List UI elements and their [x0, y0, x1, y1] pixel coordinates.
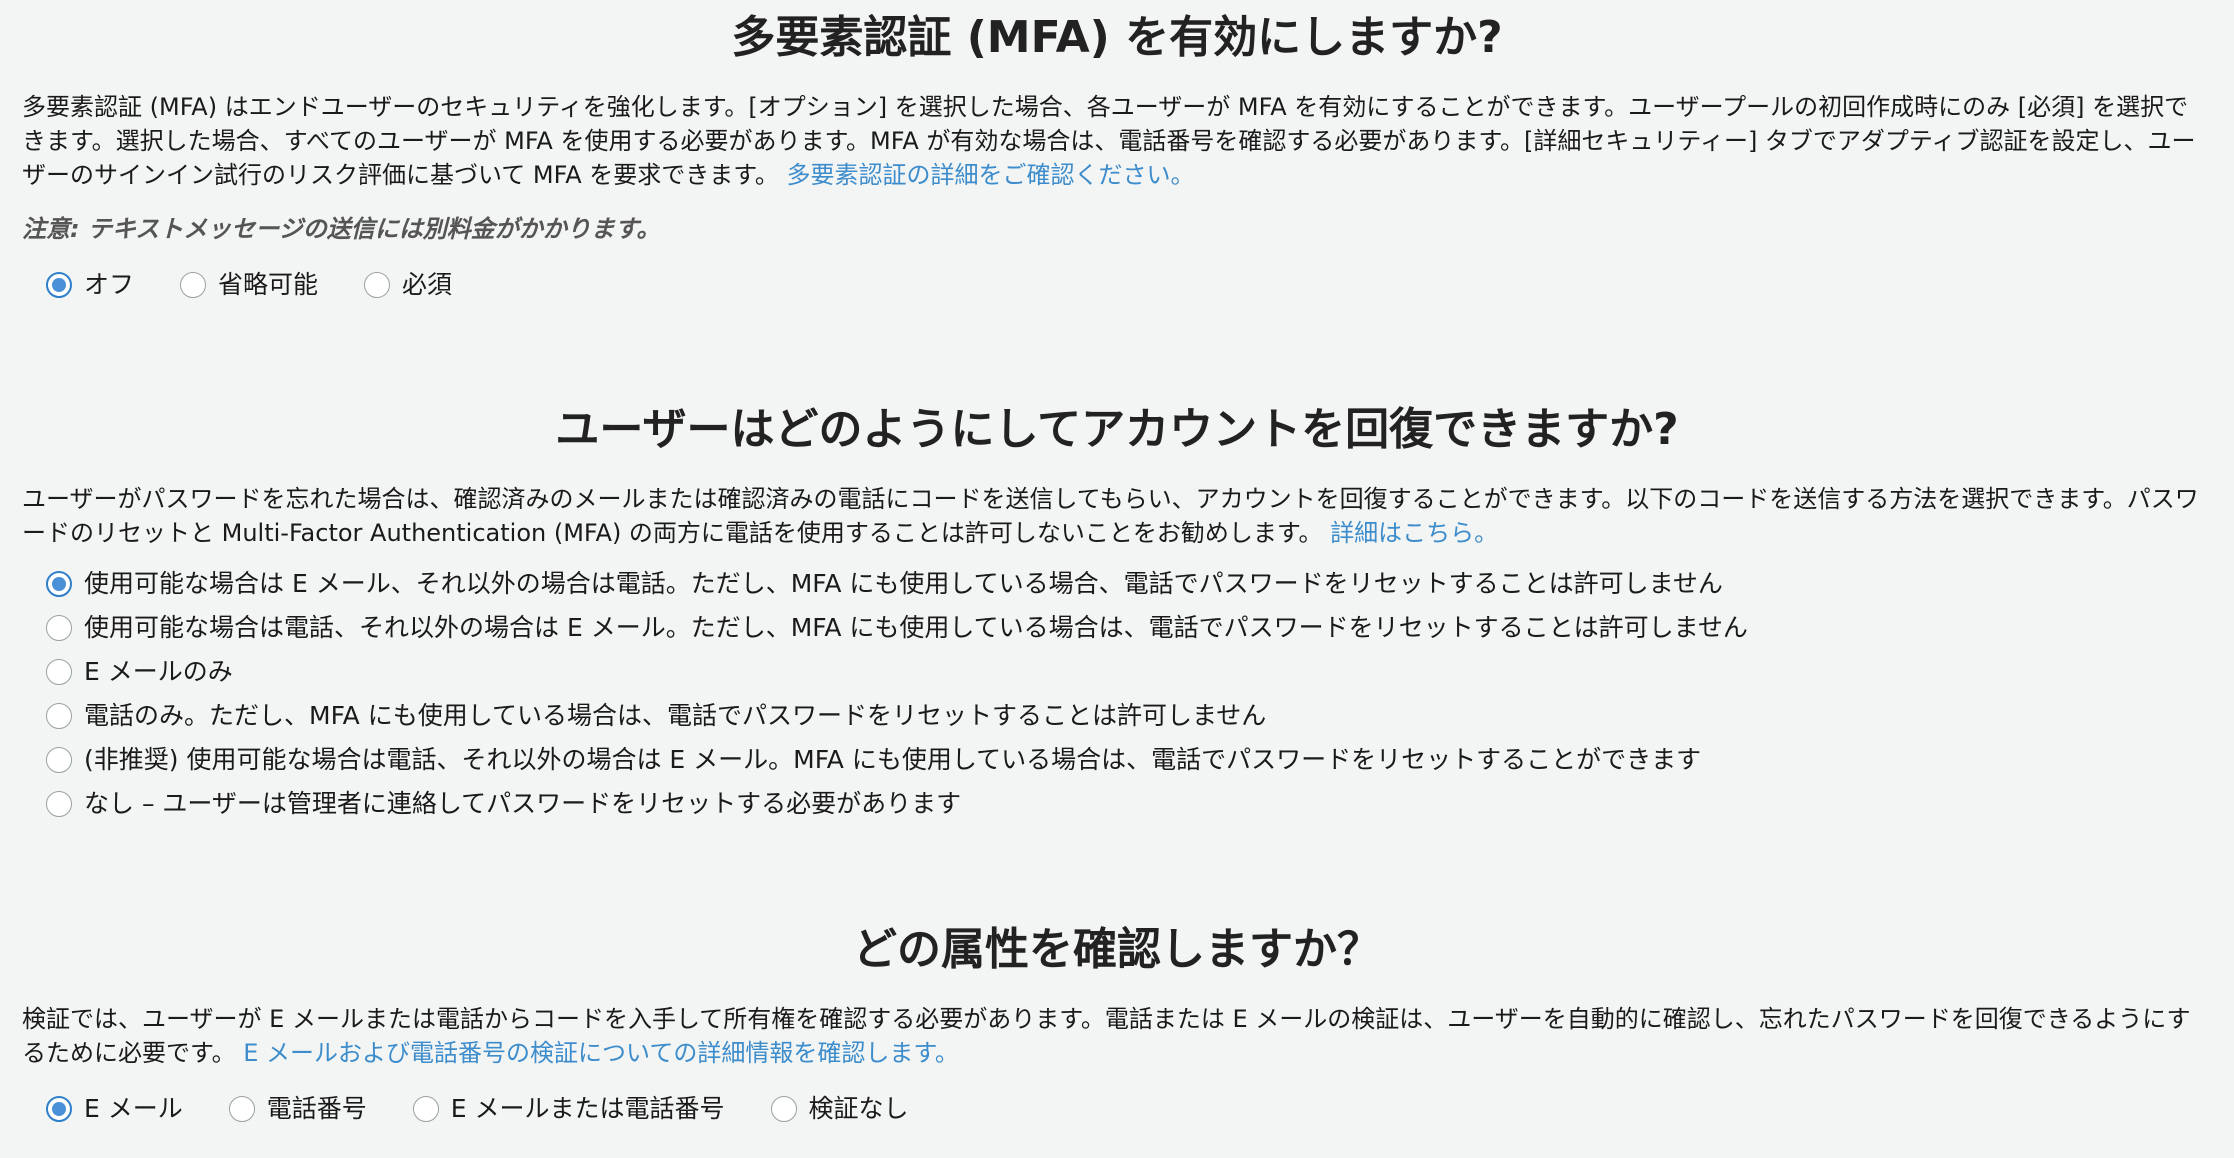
verify-option-label: E メール: [84, 1094, 183, 1123]
recovery-option-label: E メールのみ: [84, 657, 233, 686]
recovery-option-label: なし – ユーザーは管理者に連絡してパスワードをリセットする必要があります: [84, 789, 962, 818]
radio-unselected-icon[interactable]: [180, 272, 207, 298]
recovery-option-email-only[interactable]: E メールのみ: [46, 650, 2234, 694]
recovery-option-phone-first-not-recommended[interactable]: (非推奨) 使用可能な場合は電話、それ以外の場合は E メール。MFA にも使用…: [46, 738, 2234, 782]
radio-unselected-icon[interactable]: [46, 659, 72, 685]
verify-details-link[interactable]: E メールおよび電話番号の検証についての詳細情報を確認します。: [243, 1039, 959, 1067]
verify-option-label: 電話番号: [266, 1094, 367, 1123]
recovery-description-text: ユーザーがパスワードを忘れた場合は、確認済みのメールまたは確認済みの電話にコード…: [22, 485, 2199, 547]
verify-description: 検証では、ユーザーが E メールまたは電話からコードを入手して所有権を確認する必…: [0, 1002, 2234, 1070]
verify-title: どの属性を確認しますか？: [853, 924, 1381, 975]
verify-option-none[interactable]: 検証なし: [770, 1092, 909, 1126]
radio-unselected-icon[interactable]: [46, 703, 72, 729]
mfa-option-optional[interactable]: 省略可能: [180, 268, 318, 302]
mfa-sms-note: 注意: テキストメッセージの送信には別料金がかかります。: [22, 215, 661, 243]
recovery-option-none[interactable]: なし – ユーザーは管理者に連絡してパスワードをリセットする必要があります: [46, 782, 2234, 826]
radio-unselected-icon[interactable]: [46, 747, 72, 773]
mfa-option-off[interactable]: オフ: [46, 268, 134, 302]
radio-selected-icon[interactable]: [46, 272, 72, 298]
radio-selected-icon[interactable]: [46, 1096, 72, 1122]
mfa-option-required-label: 必須: [402, 270, 453, 299]
radio-unselected-icon[interactable]: [412, 1096, 439, 1122]
verify-option-email-or-phone[interactable]: E メールまたは電話番号: [412, 1092, 725, 1126]
verify-option-label: 検証なし: [808, 1094, 909, 1123]
radio-unselected-icon[interactable]: [770, 1096, 797, 1122]
recovery-option-label: 使用可能な場合は電話、それ以外の場合は E メール。ただし、MFA にも使用して…: [84, 613, 1748, 642]
mfa-description: 多要素認証 (MFA) はエンドユーザーのセキュリティを強化します。[オプション…: [0, 90, 2234, 192]
recovery-option-email-first[interactable]: 使用可能な場合は E メール、それ以外の場合は電話。ただし、MFA にも使用して…: [46, 562, 2234, 606]
mfa-options: オフ 省略可能 必須: [0, 268, 2234, 302]
recovery-option-phone-first[interactable]: 使用可能な場合は電話、それ以外の場合は E メール。ただし、MFA にも使用して…: [46, 606, 2234, 650]
recovery-option-label: (非推奨) 使用可能な場合は電話、それ以外の場合は E メール。MFA にも使用…: [84, 745, 1702, 774]
recovery-section: ユーザーはどのようにしてアカウントを回復できますか? ユーザーがパスワードを忘れ…: [0, 402, 2234, 826]
verify-option-email[interactable]: E メール: [46, 1092, 183, 1126]
radio-selected-icon[interactable]: [46, 571, 72, 597]
mfa-section: 多要素認証 (MFA) を有効にしますか? 多要素認証 (MFA) はエンドユー…: [0, 10, 2234, 302]
verify-section: どの属性を確認しますか？ 検証では、ユーザーが E メールまたは電話からコードを…: [0, 922, 2234, 1126]
radio-unselected-icon[interactable]: [228, 1096, 255, 1122]
recovery-details-link[interactable]: 詳細はこちら。: [1330, 519, 1498, 547]
verify-option-label: E メールまたは電話番号: [450, 1094, 725, 1123]
radio-unselected-icon[interactable]: [364, 272, 391, 298]
mfa-option-optional-label: 省略可能: [218, 270, 319, 299]
verify-option-phone[interactable]: 電話番号: [228, 1092, 367, 1126]
recovery-option-label: 電話のみ。ただし、MFA にも使用している場合は、電話でパスワードをリセットする…: [84, 701, 1267, 730]
mfa-option-required[interactable]: 必須: [364, 268, 452, 302]
radio-unselected-icon[interactable]: [46, 615, 72, 641]
mfa-option-off-label: オフ: [84, 270, 135, 299]
recovery-title: ユーザーはどのようにしてアカウントを回復できますか?: [555, 404, 1679, 455]
recovery-options: 使用可能な場合は E メール、それ以外の場合は電話。ただし、MFA にも使用して…: [0, 562, 2234, 826]
radio-unselected-icon[interactable]: [46, 791, 72, 817]
verify-options: E メール 電話番号 E メールまたは電話番号 検証なし: [0, 1092, 2234, 1126]
mfa-details-link[interactable]: 多要素認証の詳細をご確認ください。: [787, 161, 1195, 189]
mfa-title: 多要素認証 (MFA) を有効にしますか?: [731, 12, 1503, 63]
recovery-option-phone-only[interactable]: 電話のみ。ただし、MFA にも使用している場合は、電話でパスワードをリセットする…: [46, 694, 2234, 738]
recovery-description: ユーザーがパスワードを忘れた場合は、確認済みのメールまたは確認済みの電話にコード…: [0, 482, 2234, 550]
recovery-option-label: 使用可能な場合は E メール、それ以外の場合は電話。ただし、MFA にも使用して…: [84, 569, 1723, 598]
